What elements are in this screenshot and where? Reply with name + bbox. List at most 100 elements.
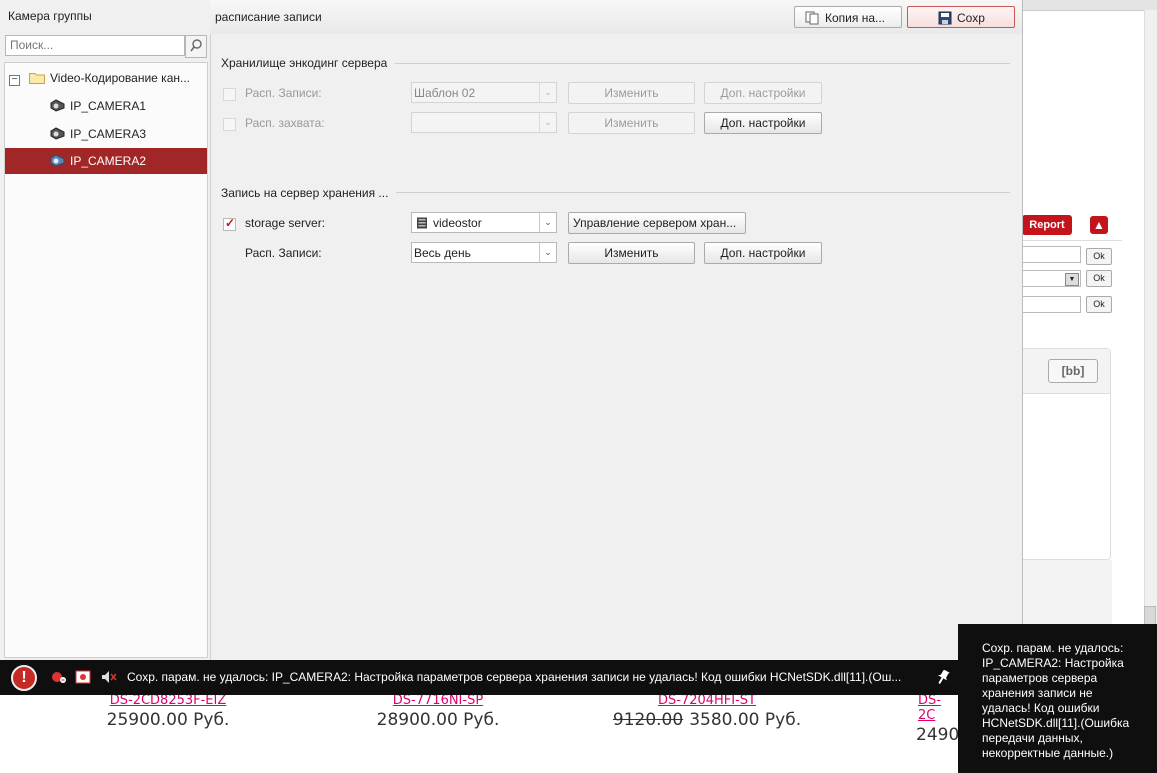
storage-schedule-select[interactable]: Весь день ⌄ [411,242,557,263]
tooltip-line: некорректные данные.) [982,746,1114,760]
panel-title: Камера группы [8,9,92,23]
encoding-section-title: Хранилище энкодинг сервера [221,56,396,70]
panel-header: расписание записи Копия на... Сохр [210,0,1022,34]
chevron-down-icon: ▼ [1065,273,1079,286]
product-price-block: 9120.00 3580.00 Руб. [607,710,807,730]
divider [1022,240,1122,241]
product-link[interactable]: DS-7204HFI-ST [607,693,807,708]
tree-item-ip-camera1[interactable]: IP_CAMERA1 [5,93,205,119]
product-price: 2490 [916,725,960,745]
ok-button-1[interactable]: Ok [1086,248,1112,265]
tree-group-label: Video-Кодирование кан... [50,71,190,85]
tree-item-ip-camera2[interactable]: IP_CAMERA2 [5,148,207,174]
select-value: Шаблон 02 [414,86,476,100]
search-icon [190,39,202,52]
tree-item-label: IP_CAMERA1 [70,99,147,113]
tree-item-ip-camera3[interactable]: IP_CAMERA3 [5,121,205,147]
advanced-storage-settings-button[interactable]: Доп. настройки [704,242,822,264]
pin-icon[interactable] [936,669,950,685]
record-schedule-window: Камера группы − Video-Кодирование кан... [0,0,1023,660]
product-price: 3580.00 Руб. [689,710,802,730]
bbcode-button[interactable]: [bb] [1048,359,1098,383]
copy-to-label: Копия на... [825,11,885,25]
check-icon: ✓ [225,216,236,230]
chevron-down-icon: ⌄ [539,213,556,232]
server-icon [417,217,427,229]
tooltip-line: IP_CAMERA2: Настройка [982,656,1124,670]
storage-section-title: Запись на сервер хранения ... [221,186,397,200]
product-link[interactable]: DS-2CD8253F-EIZ [68,693,268,708]
ok-button-3[interactable]: Ok [1086,296,1112,313]
product-item: DS-7716NI-SP 28900.00 Руб. [338,693,538,730]
collapse-icon[interactable]: − [9,75,20,86]
product-item: DS-7204HFI-ST 9120.00 3580.00 Руб. [607,693,807,730]
camera-tree: − Video-Кодирование кан... IP_CAMERA1 IP… [4,62,208,658]
copy-icon [805,11,819,25]
capture-template-select[interactable]: ⌄ [411,112,557,133]
folder-icon [29,73,45,84]
select-value: videostor [433,216,482,230]
tooltip-line: параметров сервера [982,671,1098,685]
tree-group[interactable]: − Video-Кодирование кан... [5,65,205,91]
select-value: Весь день [414,246,471,260]
tree-item-label: IP_CAMERA2 [70,154,147,168]
schedule-panel: расписание записи Копия на... Сохр Храни… [210,0,1022,660]
camera-icon [50,154,65,167]
capture-schedule-checkbox[interactable] [223,118,236,131]
mute-icon[interactable] [101,669,117,685]
storage-record-schedule-label: Расп. Записи: [245,246,322,260]
camera-icon [50,99,65,112]
chevron-down-icon: ⌄ [539,83,556,102]
edit-capture-schedule-button[interactable]: Изменить [568,112,695,134]
ok-button-2[interactable]: Ok [1086,270,1112,287]
record-schedule-label: Расп. Записи: [245,86,322,100]
camera-icon [50,127,65,140]
background-scrollbar[interactable] [1144,10,1157,660]
alarm-icon[interactable]: ! [11,665,37,691]
save-label: Сохр [957,11,985,25]
save-button[interactable]: Сохр [907,6,1015,28]
product-link[interactable]: DS-2C [918,693,958,723]
search-field[interactable] [5,35,185,56]
chevron-down-icon: ⌄ [539,113,556,132]
report-button[interactable]: Report [1022,215,1072,235]
advanced-record-settings-button[interactable]: Доп. настройки [704,82,822,104]
background-select[interactable]: ▼ [1022,270,1081,287]
storage-server-select[interactable]: videostor ⌄ [411,212,557,233]
product-link[interactable]: DS-7716NI-SP [338,693,538,708]
background-page-sidebar: Report ▲ Ok ▼ Ok Ok [bb] [1022,0,1157,660]
search-button[interactable] [185,35,207,58]
record-template-select[interactable]: Шаблон 02 ⌄ [411,82,557,103]
tooltip-line: Сохр. парам. не удалось: [982,641,1124,655]
chevron-down-icon: ⌄ [539,243,556,262]
tree-item-label: IP_CAMERA3 [70,127,147,141]
edit-record-schedule-button[interactable]: Изменить [568,82,695,104]
copy-to-button[interactable]: Копия на... [794,6,902,28]
advanced-capture-settings-button[interactable]: Доп. настройки [704,112,822,134]
product-item: DS-2C 2490 [898,693,960,745]
product-item: DS-2CD8253F-EIZ 25900.00 Руб. [68,693,268,730]
manage-storage-server-button[interactable]: Управление сервером хран... [568,212,746,234]
tooltip-line: передачи данных, [982,731,1083,745]
record-schedule-checkbox[interactable] [223,88,236,101]
status-message: Сохр. парам. не удалось: IP_CAMERA2: Нас… [127,670,902,684]
recording-icon[interactable] [75,669,91,685]
background-reply-toolbar: [bb] [1022,349,1110,394]
product-price: 25900.00 Руб. [106,710,230,730]
capture-schedule-label: Расп. захвата: [245,116,325,130]
camera-group-panel: Камера группы − Video-Кодирование кан... [0,0,211,660]
notification-bar: ! Сохр. парам. не удалось: IP_CAMERA2: Н… [0,660,958,695]
tooltip-line: хранения записи не [982,686,1093,700]
tooltip-line: HCNetSDK.dll[11].(Ошибка [982,716,1130,730]
tooltip-line: удалась! Код ошибки [982,701,1100,715]
save-icon [938,11,952,25]
background-input-2[interactable] [1022,296,1081,313]
scroll-up-icon[interactable]: ▲ [1090,216,1108,234]
background-input-1[interactable] [1022,246,1081,263]
edit-storage-schedule-button[interactable]: Изменить [568,242,695,264]
alarm-output-icon[interactable] [51,669,67,685]
background-reply-panel: [bb] [1022,348,1111,560]
storage-server-checkbox[interactable]: ✓ [223,216,236,231]
search-input[interactable] [6,36,184,53]
old-price: 9120.00 [612,710,684,730]
